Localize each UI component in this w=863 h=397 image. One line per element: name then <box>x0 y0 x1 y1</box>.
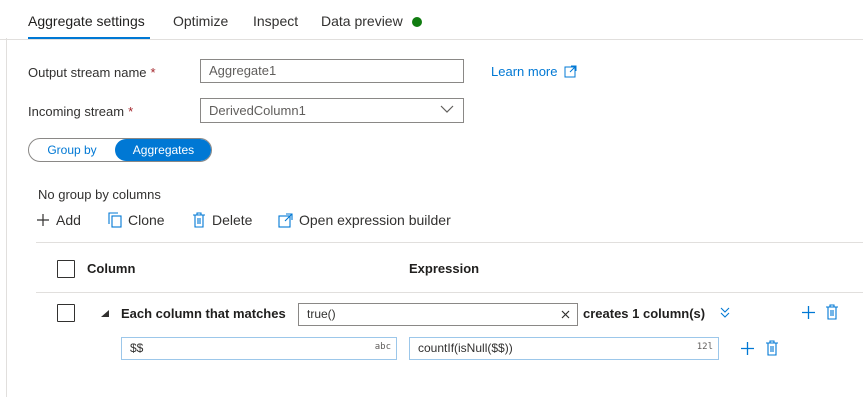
open-expression-builder-button[interactable]: Open expression builder <box>278 210 451 230</box>
output-stream-name-input[interactable]: Aggregate1 <box>200 59 464 83</box>
toggle-group-by[interactable]: Group by <box>29 139 115 161</box>
incoming-stream-value: DerivedColumn1 <box>209 103 306 118</box>
add-button[interactable]: Add <box>36 210 81 230</box>
add-label: Add <box>56 212 81 228</box>
plus-icon <box>37 214 49 226</box>
match-expression-value: true() <box>307 307 336 321</box>
string-type-badge: abc <box>374 342 391 352</box>
delete-subrow-icon[interactable] <box>765 340 779 356</box>
collapse-triangle-icon[interactable] <box>101 310 110 318</box>
aggregate-expression-value: countIf(isNull($$)) <box>418 341 513 355</box>
double-chevron-down-icon[interactable] <box>720 307 730 318</box>
incoming-stream-label-text: Incoming stream <box>28 104 125 119</box>
clone-button[interactable]: Clone <box>108 210 165 230</box>
incoming-stream-dropdown[interactable]: DerivedColumn1 <box>200 98 464 123</box>
open-external-icon <box>278 212 293 228</box>
pattern-suffix-label: creates 1 column(s) <box>583 306 706 321</box>
tab-inspect[interactable]: Inspect <box>253 13 298 29</box>
tab-data-preview[interactable]: Data preview <box>321 13 403 29</box>
select-all-checkbox[interactable] <box>57 260 75 278</box>
match-expression-input[interactable]: true() <box>298 303 578 326</box>
table-header: Column Expression <box>36 242 863 293</box>
no-group-by-message: No group by columns <box>38 187 161 202</box>
toggle-aggregates[interactable]: Aggregates <box>115 139 211 161</box>
aggregate-expression-input[interactable]: countIf(isNull($$)) 12l <box>409 337 719 360</box>
required-mark: * <box>150 65 156 80</box>
learn-more-label: Learn more <box>491 64 558 79</box>
incoming-stream-label: Incoming stream * <box>28 104 133 119</box>
data-preview-status-dot <box>412 17 422 27</box>
tab-aggregate-settings[interactable]: Aggregate settings <box>28 13 145 29</box>
row-checkbox[interactable] <box>57 304 75 322</box>
output-stream-value: Aggregate1 <box>209 63 277 78</box>
open-expression-builder-label: Open expression builder <box>299 212 451 228</box>
delete-row-icon[interactable] <box>825 304 839 320</box>
column-name-input[interactable]: $$ abc <box>121 337 397 360</box>
output-stream-label: Output stream name * <box>28 65 156 80</box>
tab-bar: Aggregate settings Optimize Inspect Data… <box>0 0 863 40</box>
column-header: Column <box>87 261 136 276</box>
delete-label: Delete <box>212 212 253 228</box>
copy-icon <box>108 212 122 228</box>
clone-label: Clone <box>128 212 165 228</box>
delete-button[interactable]: Delete <box>192 210 252 230</box>
output-stream-label-text: Output stream name <box>28 65 147 80</box>
group-aggregate-toggle: Group by Aggregates <box>28 138 212 162</box>
column-name-value: $$ <box>130 341 144 355</box>
add-row-icon[interactable] <box>801 305 816 320</box>
add-subrow-icon[interactable] <box>740 341 755 356</box>
required-mark: * <box>128 104 134 119</box>
learn-more-link[interactable]: Learn more <box>491 64 577 79</box>
chevron-down-icon <box>440 105 454 113</box>
pattern-prefix-label: Each column that matches <box>121 306 286 321</box>
left-border <box>6 38 7 397</box>
expression-header: Expression <box>409 261 480 276</box>
numeric-type-badge: 12l <box>696 342 713 352</box>
external-link-icon <box>564 65 577 78</box>
clear-icon[interactable] <box>560 309 571 320</box>
tab-optimize[interactable]: Optimize <box>173 13 228 29</box>
active-tab-indicator <box>28 37 150 39</box>
trash-icon <box>193 212 205 228</box>
